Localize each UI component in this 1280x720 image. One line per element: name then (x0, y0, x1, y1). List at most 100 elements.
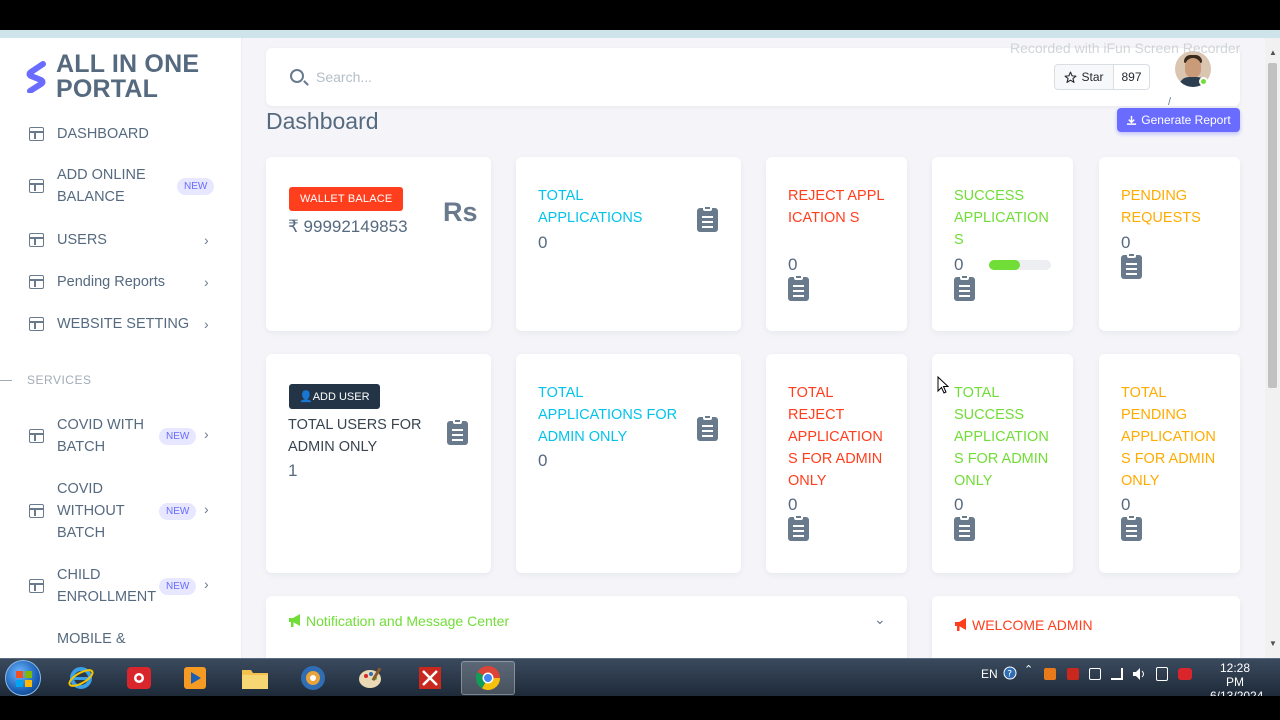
tray-network-icon[interactable] (1089, 668, 1101, 680)
clipboard-icon (788, 514, 809, 541)
card-value: 0 (1121, 233, 1131, 252)
pending-requests-card[interactable]: PENDING REQUESTS 0 (1099, 157, 1240, 331)
notification-panel[interactable]: Notification and Message Center ⌄ (266, 596, 907, 658)
megaphone-icon (289, 614, 300, 627)
welcome-title: WELCOME ADMIN (972, 617, 1093, 633)
layout-icon (29, 504, 44, 518)
tray-app-icon[interactable] (1044, 668, 1056, 680)
github-star-button[interactable]: Star (1054, 64, 1114, 90)
layout-icon (29, 429, 44, 443)
sidebar-item-label: CHILD ENROLLMENT (57, 567, 157, 605)
chevron-right-icon: › (204, 426, 209, 442)
layout-icon (29, 127, 44, 141)
star-count[interactable]: 897 (1114, 64, 1150, 90)
notification-title: Notification and Message Center (306, 613, 510, 629)
sidebar-item-covid-without-batch[interactable]: COVID WITHOUT BATCH NEW › (0, 478, 242, 544)
brand-name: ALL IN ONE PORTAL (56, 52, 199, 102)
page-scrollbar[interactable]: ▲ ▼ (1265, 38, 1280, 658)
card-value: 0 (538, 451, 548, 470)
clipboard-icon (1121, 514, 1142, 541)
total-reject-admin-card[interactable]: TOTAL REJECT APPLICATION S FOR ADMIN ONL… (766, 354, 907, 573)
layout-icon (29, 179, 44, 193)
brand-logo[interactable]: ALL IN ONE PORTAL (26, 52, 199, 102)
sidebar-item-add-online-balance[interactable]: ADD ONLINE BALANCE NEW (0, 164, 242, 208)
sidebar-item-child-enrollment[interactable]: CHILD ENROLLMENT NEW › (0, 564, 242, 608)
sidebar-item-dashboard[interactable]: DASHBOARD (0, 123, 242, 145)
section-divider (0, 380, 12, 381)
online-status-dot (1199, 77, 1208, 86)
card-title: TOTAL USERS FOR ADMIN ONLY (288, 417, 422, 455)
sidebar-item-label: COVID WITH BATCH (57, 417, 144, 455)
volume-icon[interactable] (1132, 667, 1148, 681)
generate-report-button[interactable]: Generate Report (1117, 108, 1240, 132)
help-icon[interactable]: ? (1003, 666, 1017, 680)
progress-fill (989, 260, 1020, 270)
signal-icon[interactable] (1111, 668, 1123, 680)
reject-applications-card[interactable]: REJECT APPLICATION S 0 (766, 157, 907, 331)
success-applications-card[interactable]: SUCCESS APPLICATION S 0 (932, 157, 1073, 331)
windows-taskbar: EN ? ⌃ 12:28 PM 6/13/2024 (0, 658, 1280, 703)
chevron-right-icon: › (204, 501, 209, 517)
wallet-amount: ₹ 99992149853 (288, 217, 408, 236)
file-explorer-icon[interactable] (228, 661, 282, 695)
mouse-cursor-icon (937, 376, 949, 394)
card-value: 0 (788, 255, 798, 274)
sidebar-item-pending-reports[interactable]: Pending Reports › (0, 271, 242, 293)
sidebar-item-label: ADD ONLINE BALANCE (57, 167, 146, 205)
scrollbar-thumb[interactable] (1268, 63, 1277, 388)
add-user-button[interactable]: 👤ADD USER (289, 384, 380, 409)
chevron-right-icon: › (204, 232, 209, 248)
total-applications-card[interactable]: TOTAL APPLICATIONS 0 (516, 157, 741, 331)
clipboard-icon (447, 418, 468, 445)
card-title: TOTAL REJECT APPLICATION S FOR ADMIN ONL… (788, 385, 883, 489)
total-success-admin-card[interactable]: TOTAL SUCCESS APPLICATION S FOR ADMIN ON… (932, 354, 1073, 573)
svg-text:?: ? (1007, 670, 1012, 680)
media-player-icon[interactable] (168, 661, 222, 695)
language-indicator[interactable]: EN (981, 667, 998, 681)
pdf-icon[interactable] (403, 661, 457, 695)
windows-logo-icon (16, 671, 32, 687)
scroll-down-icon[interactable]: ▼ (1269, 639, 1277, 648)
chevron-down-icon[interactable]: ⌄ (874, 611, 886, 628)
clipboard-icon (788, 274, 809, 301)
screen-recorder-icon[interactable] (112, 661, 166, 695)
brand-line-2: PORTAL (56, 75, 159, 103)
chevron-right-icon: › (204, 316, 209, 332)
tray-alert-icon[interactable] (1067, 668, 1079, 680)
recorder-watermark: Recorded with iFun Screen Recorder (1010, 40, 1241, 56)
clipboard-icon (954, 274, 975, 301)
recorder-tray-icon[interactable] (1178, 668, 1192, 680)
generate-report-label: Generate Report (1141, 113, 1231, 127)
wallet-balance-badge: WALLET BALACE (289, 187, 404, 211)
download-icon (1127, 115, 1137, 125)
start-button[interactable] (5, 660, 41, 696)
layout-icon (29, 579, 44, 593)
new-badge: NEW (159, 578, 197, 595)
paint-icon[interactable] (344, 661, 398, 695)
media-center-icon[interactable] (286, 661, 340, 695)
chrome-icon[interactable] (461, 661, 515, 695)
logo-icon (26, 61, 48, 94)
scroll-up-icon[interactable]: ▲ (1269, 48, 1277, 57)
sidebar-item-users[interactable]: USERS › (0, 229, 242, 251)
card-title: TOTAL APPLICATIONS (538, 188, 643, 226)
sidebar-item-label: COVID WITHOUT BATCH (57, 481, 125, 541)
sidebar-item-label: Pending Reports (57, 274, 166, 290)
card-value: 1 (288, 461, 298, 480)
total-pending-admin-card[interactable]: TOTAL PENDING APPLICATION S FOR ADMIN ON… (1099, 354, 1240, 573)
total-applications-admin-card[interactable]: TOTAL APPLICATIONS FOR ADMIN ONLY 0 (516, 354, 741, 573)
new-badge: NEW (177, 178, 215, 195)
layout-icon (29, 233, 44, 247)
tray-expand-icon[interactable]: ⌃ (1024, 663, 1033, 676)
battery-icon[interactable] (1156, 667, 1168, 681)
welcome-panel: WELCOME ADMIN (932, 596, 1240, 658)
internet-explorer-icon[interactable] (54, 661, 108, 695)
sidebar-item-label: DASHBOARD (57, 126, 149, 142)
card-title: REJECT APPLICATION S (788, 188, 885, 226)
sidebar-item-website-setting[interactable]: WEBSITE SETTING › (0, 313, 242, 335)
search-input[interactable] (316, 66, 736, 88)
sidebar-item-mobile[interactable]: MOBILE & (0, 628, 242, 650)
add-user-icon: 👤 (299, 391, 313, 403)
divider-mark: / (1168, 96, 1172, 108)
sidebar-item-covid-with-batch[interactable]: COVID WITH BATCH NEW › (0, 414, 242, 458)
